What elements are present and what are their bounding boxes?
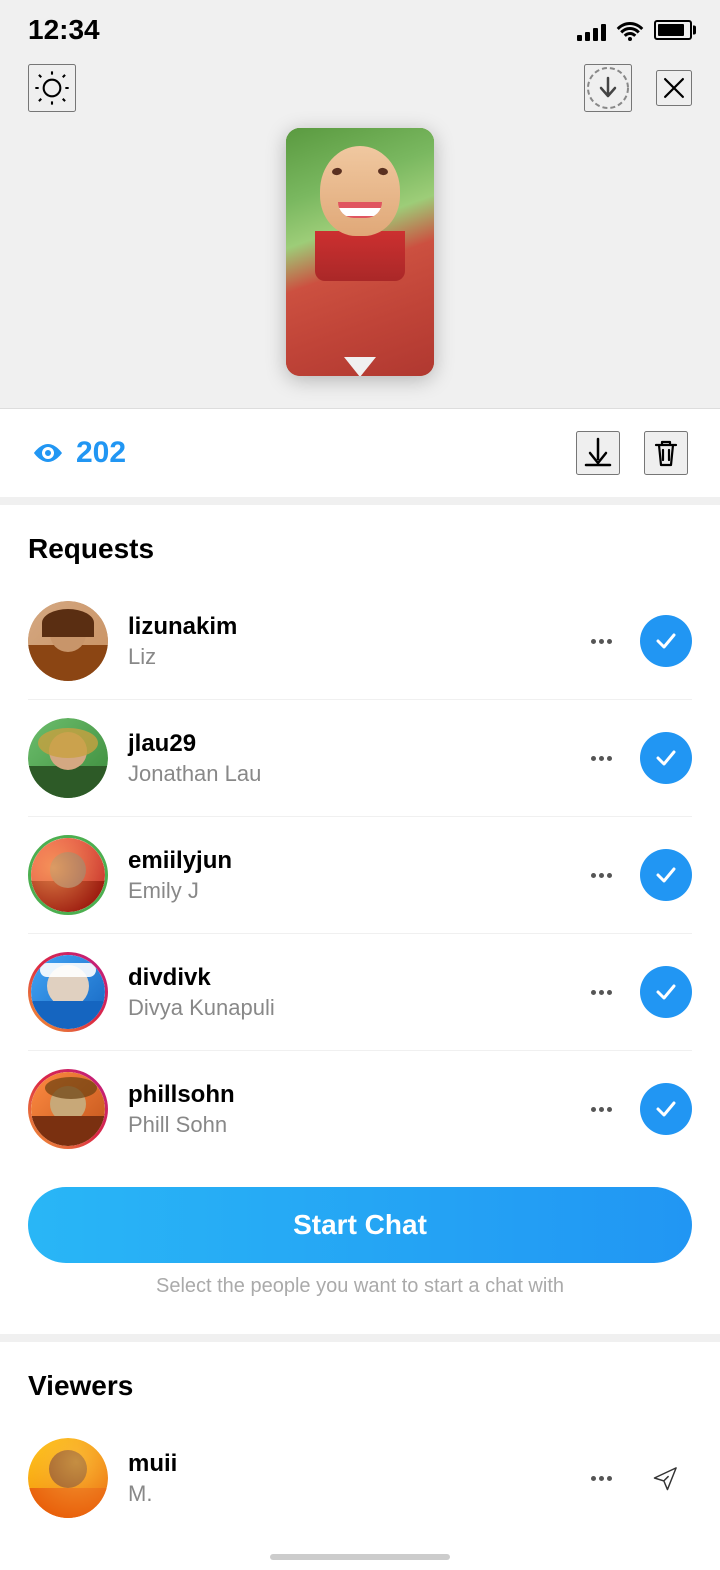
user-info: divdivk Divya Kunapuli	[128, 964, 563, 1021]
user-handle: muii	[128, 1450, 563, 1478]
start-chat-hint: Select the people you want to start a ch…	[28, 1263, 692, 1318]
start-chat-label: Start Chat	[293, 1209, 427, 1241]
settings-button[interactable]	[28, 64, 76, 112]
user-info: phillsohn Phill Sohn	[128, 1081, 563, 1138]
viewers-section: Viewers muii M.	[0, 1342, 720, 1536]
status-icons	[577, 19, 692, 41]
avatar	[28, 952, 108, 1032]
delete-button[interactable]	[644, 431, 688, 475]
close-button[interactable]	[656, 70, 692, 106]
user-info: lizunakim Liz	[128, 613, 563, 670]
user-name: Emily J	[128, 878, 563, 904]
download-icon	[580, 435, 616, 471]
user-info: emiilyjun Emily J	[128, 847, 563, 904]
user-name: M.	[128, 1481, 563, 1507]
user-info: jlau29 Jonathan Lau	[128, 730, 563, 787]
start-chat-button[interactable]: Start Chat	[28, 1187, 692, 1263]
stats-actions	[576, 431, 688, 475]
home-bar	[270, 1554, 450, 1560]
section-divider-1	[0, 497, 720, 505]
request-item: lizunakim Liz	[28, 583, 692, 700]
check-icon	[653, 745, 679, 771]
view-count-number: 202	[76, 436, 126, 470]
views-count: 202	[32, 436, 126, 470]
requests-section: Requests lizunakim Liz	[0, 505, 720, 1167]
viewers-title: Viewers	[28, 1342, 692, 1420]
close-icon	[658, 70, 690, 106]
more-options-button[interactable]	[583, 639, 620, 644]
check-icon	[653, 1096, 679, 1122]
user-info: muii M.	[128, 1450, 563, 1507]
start-chat-section: Start Chat Select the people you want to…	[0, 1167, 720, 1334]
more-options-button[interactable]	[583, 1476, 620, 1481]
eye-icon	[32, 442, 64, 464]
top-toolbar	[0, 54, 720, 128]
request-item: divdivk Divya Kunapuli	[28, 934, 692, 1051]
user-name: Phill Sohn	[128, 1112, 563, 1138]
avatar	[28, 601, 108, 681]
status-bar: 12:34	[0, 0, 720, 54]
download-circle-icon	[586, 66, 630, 110]
wifi-icon	[616, 19, 644, 41]
approve-button[interactable]	[640, 615, 692, 667]
more-options-button[interactable]	[583, 1107, 620, 1112]
request-item: jlau29 Jonathan Lau	[28, 700, 692, 817]
more-options-button[interactable]	[583, 756, 620, 761]
story-notch	[344, 357, 376, 376]
battery-icon	[654, 20, 692, 40]
user-handle: phillsohn	[128, 1081, 563, 1109]
user-handle: lizunakim	[128, 613, 563, 641]
user-name: Jonathan Lau	[128, 761, 563, 787]
avatar	[28, 835, 108, 915]
user-handle: emiilyjun	[128, 847, 563, 875]
approve-button[interactable]	[640, 732, 692, 784]
user-name: Divya Kunapuli	[128, 995, 563, 1021]
avatar	[28, 1438, 108, 1518]
check-icon	[653, 628, 679, 654]
check-icon	[653, 862, 679, 888]
send-icon	[653, 1465, 679, 1491]
user-handle: jlau29	[128, 730, 563, 758]
check-icon	[653, 979, 679, 1005]
home-indicator	[0, 1536, 720, 1570]
more-options-button[interactable]	[583, 990, 620, 995]
send-button[interactable]	[640, 1452, 692, 1504]
avatar	[28, 1069, 108, 1149]
avatar	[28, 718, 108, 798]
status-time: 12:34	[28, 14, 100, 46]
gear-icon	[32, 68, 72, 108]
story-preview-area: Let's talk about how we'll start the mor…	[0, 128, 720, 408]
viewer-item: muii M.	[28, 1420, 692, 1536]
requests-title: Requests	[28, 505, 692, 583]
approve-button[interactable]	[640, 1083, 692, 1135]
approve-button[interactable]	[640, 849, 692, 901]
user-name: Liz	[128, 644, 563, 670]
download-circle-button[interactable]	[584, 64, 632, 112]
request-item: phillsohn Phill Sohn	[28, 1051, 692, 1167]
story-card-inner: Let's talk about how we'll start the mor…	[286, 128, 434, 376]
trash-icon	[648, 435, 684, 471]
request-item: emiilyjun Emily J	[28, 817, 692, 934]
signal-icon	[577, 19, 606, 41]
section-divider-2	[0, 1334, 720, 1342]
download-button[interactable]	[576, 431, 620, 475]
stats-bar: 202	[0, 409, 720, 497]
more-options-button[interactable]	[583, 873, 620, 878]
user-handle: divdivk	[128, 964, 563, 992]
toolbar-right	[584, 64, 692, 112]
story-card[interactable]: Let's talk about how we'll start the mor…	[286, 128, 434, 376]
approve-button[interactable]	[640, 966, 692, 1018]
